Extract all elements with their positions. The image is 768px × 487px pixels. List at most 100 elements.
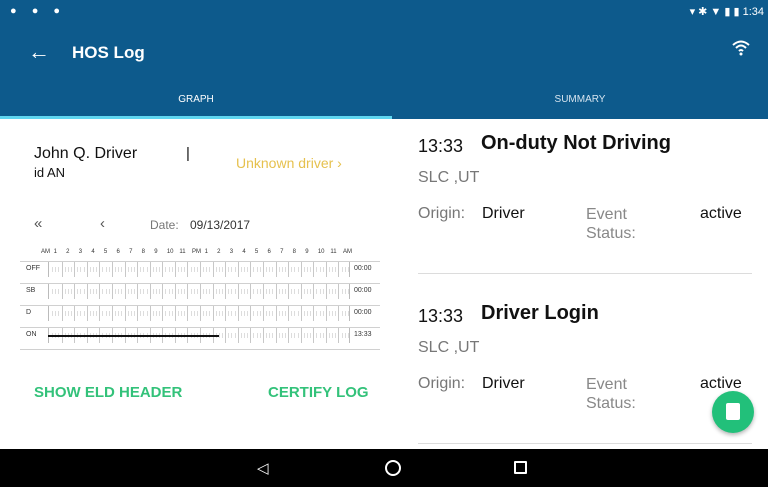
- event-item[interactable]: 13:33 On-duty Not Driving SLC ,UT Origin…: [418, 119, 752, 284]
- quarter-tick: [306, 289, 308, 294]
- quarter-tick: [266, 289, 268, 294]
- first-day-button[interactable]: «: [34, 215, 42, 232]
- origin-value: Driver: [482, 375, 525, 392]
- quarter-tick: [297, 333, 299, 338]
- hour-label: 2: [217, 249, 221, 255]
- quarter-tick: [168, 267, 170, 272]
- hour-tick: [149, 306, 151, 321]
- quarter-tick: [143, 267, 145, 272]
- quarter-tick: [159, 289, 161, 294]
- event-item[interactable]: 13:33 Driver Login SLC ,UT Origin: Drive…: [418, 289, 752, 454]
- unknown-driver-link[interactable]: Unknown driver ›: [236, 155, 342, 171]
- hour-tick: [61, 262, 63, 277]
- quarter-tick: [155, 311, 157, 316]
- quarter-tick: [168, 289, 170, 294]
- quarter-tick: [335, 289, 337, 294]
- quarter-tick: [58, 267, 60, 272]
- quarter-tick: [102, 311, 104, 316]
- hour-tick: [74, 306, 76, 321]
- nav-recent-icon[interactable]: [514, 461, 527, 474]
- quarter-tick: [303, 267, 305, 272]
- certify-log-button[interactable]: CERTIFY LOG: [268, 384, 369, 401]
- quarter-tick: [335, 267, 337, 272]
- quarter-tick: [118, 311, 120, 316]
- hour-tick: [61, 306, 63, 321]
- hour-tick: [225, 284, 227, 299]
- hour-tick: [300, 262, 302, 277]
- hour-tick: [313, 284, 315, 299]
- quarter-tick: [228, 311, 230, 316]
- quarter-tick: [332, 333, 334, 338]
- quarter-tick: [206, 289, 208, 294]
- tab-graph[interactable]: GRAPH: [0, 84, 392, 119]
- quarter-tick: [55, 267, 57, 272]
- hour-tick: [99, 306, 101, 321]
- quarter-tick: [247, 311, 249, 316]
- quarter-tick: [133, 289, 135, 294]
- back-arrow-icon[interactable]: ←: [28, 41, 50, 63]
- hour-tick: [325, 328, 327, 343]
- quarter-tick: [67, 311, 69, 316]
- quarter-tick: [218, 311, 220, 316]
- duty-row-label: OFF: [26, 265, 40, 272]
- quarter-tick: [306, 311, 308, 316]
- quarter-tick: [152, 267, 154, 272]
- hour-label: 11: [330, 249, 337, 255]
- hour-label: 8: [141, 249, 145, 255]
- quarter-tick: [165, 311, 167, 316]
- date-value[interactable]: 09/13/2017: [190, 218, 250, 232]
- event-divider: [418, 273, 752, 274]
- hour-tick: [74, 284, 76, 299]
- quarter-tick: [121, 267, 123, 272]
- quarter-tick: [209, 311, 211, 316]
- quarter-tick: [272, 289, 274, 294]
- quarter-tick: [228, 333, 230, 338]
- quarter-tick: [234, 333, 236, 338]
- quarter-tick: [278, 289, 280, 294]
- duty-row-label: D: [26, 309, 32, 316]
- hour-tick: [111, 306, 113, 321]
- hour-tick: [237, 284, 239, 299]
- nav-home-icon[interactable]: [385, 460, 401, 476]
- grid-bottom-line: [20, 349, 380, 350]
- hour-tick: [225, 328, 227, 343]
- document-icon: [726, 403, 740, 420]
- quarter-tick: [278, 267, 280, 272]
- wifi-icon[interactable]: [732, 40, 750, 56]
- duty-row-total: 00:00: [354, 309, 372, 316]
- quarter-tick: [319, 289, 321, 294]
- show-eld-header-button[interactable]: SHOW ELD HEADER: [34, 384, 182, 401]
- nav-back-icon[interactable]: ◁: [257, 459, 269, 477]
- hour-tick: [262, 306, 264, 321]
- tab-summary[interactable]: SUMMARY: [392, 84, 768, 119]
- quarter-tick: [77, 311, 79, 316]
- quarter-tick: [177, 311, 179, 316]
- hour-label: PM: [192, 249, 201, 255]
- quarter-tick: [332, 289, 334, 294]
- quarter-tick: [64, 289, 66, 294]
- quarter-tick: [80, 311, 82, 316]
- quarter-tick: [281, 333, 283, 338]
- quarter-tick: [143, 311, 145, 316]
- quarter-tick: [284, 311, 286, 316]
- quarter-tick: [316, 311, 318, 316]
- quarter-tick: [341, 333, 343, 338]
- quarter-tick: [303, 311, 305, 316]
- driver-separator: |: [186, 145, 190, 162]
- quarter-tick: [146, 311, 148, 316]
- driver-name: John Q. Driver: [34, 145, 138, 162]
- quarter-tick: [347, 267, 349, 272]
- hour-tick: [338, 306, 340, 321]
- hour-tick: [325, 284, 327, 299]
- previous-day-button[interactable]: ‹: [100, 215, 105, 232]
- quarter-tick: [181, 311, 183, 316]
- duty-row-track: [48, 262, 350, 277]
- add-document-button[interactable]: [712, 391, 754, 433]
- hour-tick: [225, 306, 227, 321]
- hour-tick: [111, 284, 113, 299]
- quarter-tick: [105, 267, 107, 272]
- quarter-tick: [203, 267, 205, 272]
- quarter-tick: [322, 311, 324, 316]
- quarter-tick: [93, 289, 95, 294]
- origin-label: Origin:: [418, 375, 466, 392]
